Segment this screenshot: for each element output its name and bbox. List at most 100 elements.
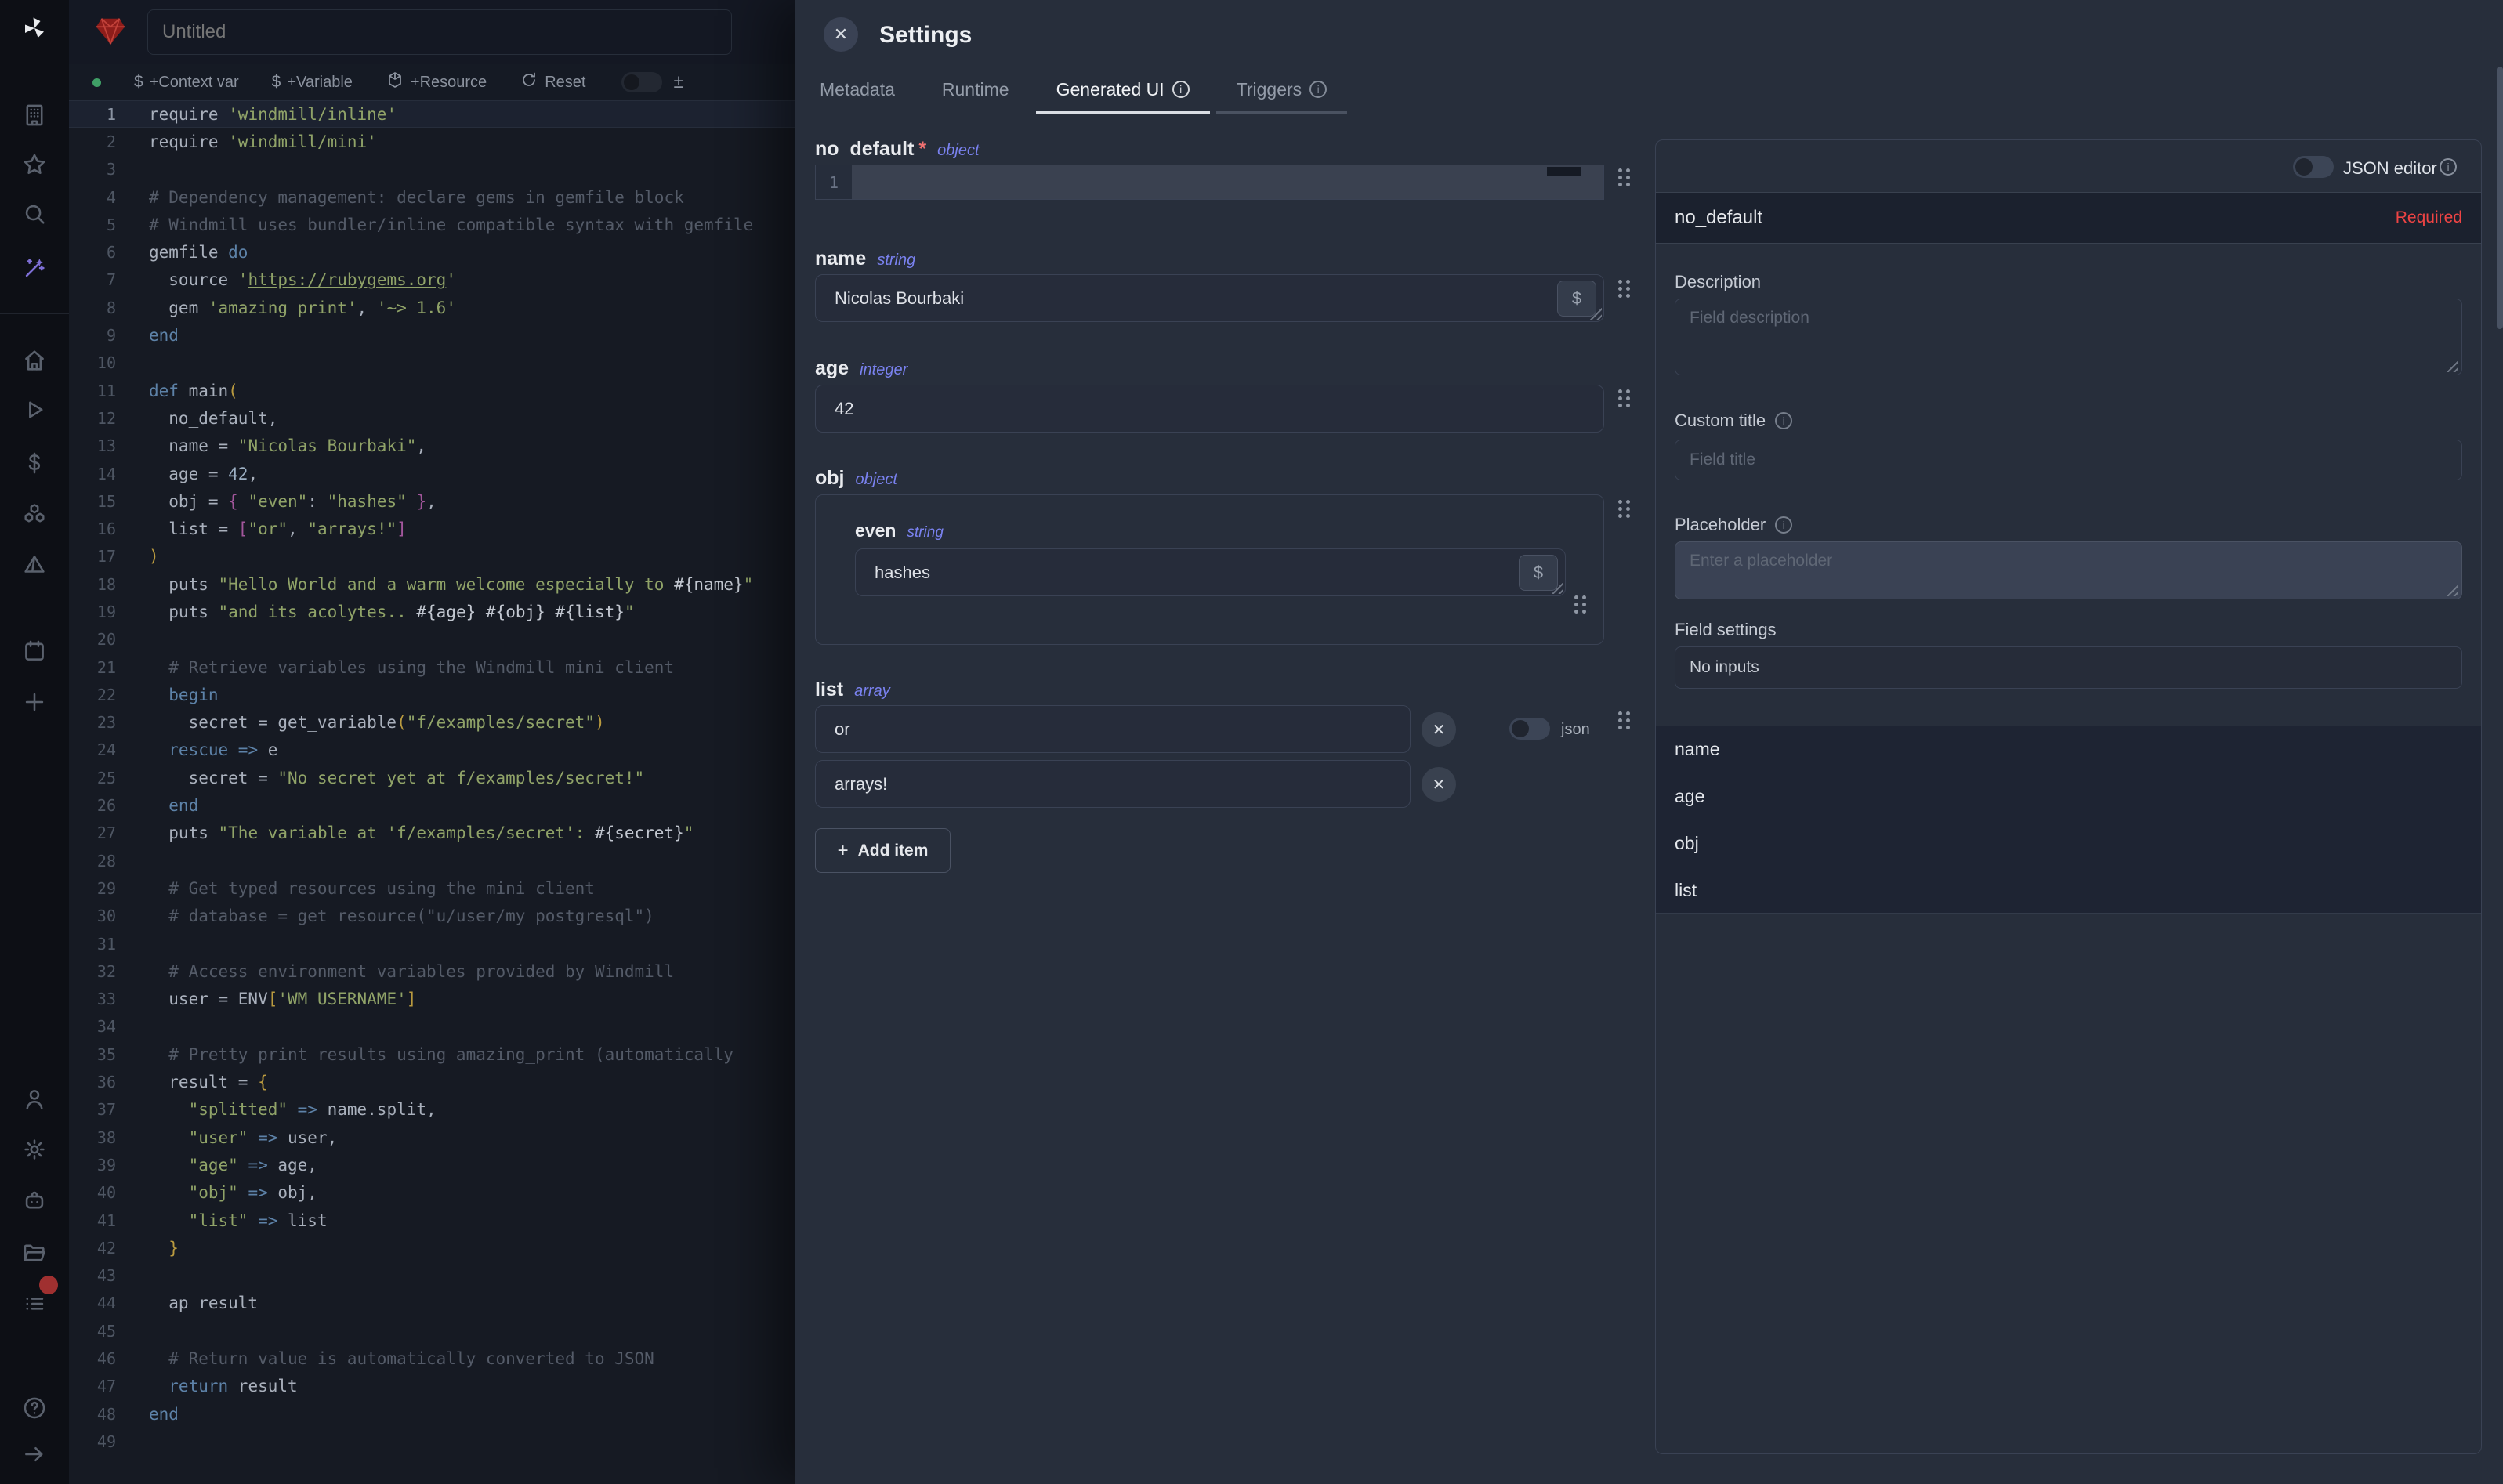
code-line-9[interactable]: 9end <box>69 321 795 349</box>
no-default-json-editor[interactable]: 1 <box>815 165 1604 200</box>
code-line-1[interactable]: 1require 'windmill/inline' <box>69 100 795 128</box>
code-line-21[interactable]: 21 # Retrieve variables using the Windmi… <box>69 653 795 681</box>
code-line-46[interactable]: 46 # Return value is automatically conve… <box>69 1345 795 1372</box>
logs-list-icon[interactable] <box>20 1290 49 1318</box>
code-line-13[interactable]: 13 name = "Nicolas Bourbaki", <box>69 433 795 460</box>
property-row-name[interactable]: name <box>1656 726 2481 773</box>
code-line-17[interactable]: 17) <box>69 543 795 570</box>
code-line-34[interactable]: 34 <box>69 1013 795 1041</box>
drag-handle[interactable] <box>1618 389 1631 408</box>
tab-runtime[interactable]: Runtime <box>922 67 1030 114</box>
list-item-input-0[interactable] <box>815 705 1411 753</box>
code-line-22[interactable]: 22 begin <box>69 681 795 708</box>
code-line-32[interactable]: 32 # Access environment variables provid… <box>69 957 795 985</box>
age-input[interactable] <box>815 385 1604 433</box>
code-line-3[interactable]: 3 <box>69 156 795 183</box>
code-line-6[interactable]: 6gemfile do <box>69 238 795 266</box>
dollar-var-button[interactable]: $ <box>1519 555 1558 591</box>
code-line-14[interactable]: 14 age = 42, <box>69 460 795 487</box>
description-textarea[interactable] <box>1675 299 2462 375</box>
close-icon[interactable]: ✕ <box>824 17 858 52</box>
remove-item-icon[interactable]: ✕ <box>1422 767 1456 802</box>
info-icon[interactable]: i <box>2440 158 2457 176</box>
code-line-42[interactable]: 42 } <box>69 1234 795 1261</box>
code-line-19[interactable]: 19 puts "and its acolytes.. #{age} #{obj… <box>69 598 795 625</box>
schedules-pyramid-icon[interactable] <box>20 551 49 579</box>
drag-handle[interactable] <box>1618 711 1631 730</box>
info-icon[interactable]: i <box>1775 412 1792 429</box>
code-line-5[interactable]: 5# Windmill uses bundler/inline compatib… <box>69 211 795 238</box>
code-line-24[interactable]: 24 rescue => e <box>69 737 795 764</box>
variables-dollar-icon[interactable] <box>20 449 49 477</box>
add-context-var-button[interactable]: $ +Context var <box>134 73 239 92</box>
apps-icon[interactable] <box>20 101 49 129</box>
code-line-33[interactable]: 33 user = ENV['WM_USERNAME'] <box>69 986 795 1013</box>
code-line-38[interactable]: 38 "user" => user, <box>69 1124 795 1151</box>
code-line-30[interactable]: 30 # database = get_resource("u/user/my_… <box>69 903 795 930</box>
drag-handle[interactable] <box>1618 280 1631 299</box>
property-row-list[interactable]: list <box>1656 867 2481 914</box>
code-line-37[interactable]: 37 "splitted" => name.split, <box>69 1096 795 1124</box>
code-line-25[interactable]: 25 secret = "No secret yet at f/examples… <box>69 764 795 791</box>
code-line-28[interactable]: 28 <box>69 847 795 874</box>
code-line-23[interactable]: 23 secret = get_variable("f/examples/sec… <box>69 709 795 737</box>
code-line-2[interactable]: 2require 'windmill/mini' <box>69 128 795 155</box>
drag-handle[interactable] <box>1618 168 1631 187</box>
code-line-41[interactable]: 41 "list" => list <box>69 1207 795 1234</box>
resources-cubes-icon[interactable] <box>20 500 49 528</box>
code-line-40[interactable]: 40 "obj" => obj, <box>69 1179 795 1207</box>
code-line-44[interactable]: 44 ap result <box>69 1290 795 1317</box>
code-line-36[interactable]: 36 result = { <box>69 1068 795 1095</box>
code-line-10[interactable]: 10 <box>69 349 795 377</box>
user-icon[interactable] <box>20 1085 49 1113</box>
code-line-12[interactable]: 12 no_default, <box>69 404 795 432</box>
code-line-27[interactable]: 27 puts "The variable at 'f/examples/sec… <box>69 820 795 847</box>
name-input[interactable] <box>815 274 1604 322</box>
info-icon[interactable]: i <box>1172 81 1190 98</box>
code-line-45[interactable]: 45 <box>69 1317 795 1345</box>
code-line-43[interactable]: 43 <box>69 1261 795 1289</box>
info-icon[interactable]: i <box>1775 516 1792 534</box>
home-icon[interactable] <box>20 346 49 375</box>
code-line-4[interactable]: 4# Dependency management: declare gems i… <box>69 183 795 211</box>
workers-robot-icon[interactable] <box>20 1186 49 1214</box>
code-editor[interactable]: 1require 'windmill/inline'2require 'wind… <box>69 100 795 1484</box>
code-line-18[interactable]: 18 puts "Hello World and a warm welcome … <box>69 570 795 598</box>
tab-triggers[interactable]: Triggers i <box>1216 67 1348 114</box>
runs-play-icon[interactable] <box>20 396 49 424</box>
tab-metadata[interactable]: Metadata <box>799 67 915 114</box>
tab-generated-ui[interactable]: Generated UI i <box>1036 67 1210 114</box>
json-toggle[interactable] <box>1509 718 1550 740</box>
list-item-input-1[interactable] <box>815 760 1411 808</box>
code-line-8[interactable]: 8 gem 'amazing_print', '~> 1.6' <box>69 294 795 321</box>
code-line-49[interactable]: 49 <box>69 1428 795 1455</box>
windmill-logo-icon[interactable] <box>20 14 49 42</box>
json-editor-toggle[interactable] <box>2293 156 2334 178</box>
diff-toggle[interactable] <box>621 72 662 92</box>
custom-title-input[interactable] <box>1675 440 2462 480</box>
selected-field-row[interactable]: no_default Required <box>1656 192 2481 244</box>
code-line-16[interactable]: 16 list = ["or", "arrays!"] <box>69 515 795 542</box>
add-resource-button[interactable]: +Resource <box>386 71 487 94</box>
folders-icon[interactable] <box>20 1239 49 1267</box>
code-line-35[interactable]: 35 # Pretty print results using amazing_… <box>69 1041 795 1068</box>
code-line-47[interactable]: 47 return result <box>69 1373 795 1400</box>
help-icon[interactable] <box>20 1394 49 1422</box>
property-row-age[interactable]: age <box>1656 773 2481 820</box>
add-variable-button[interactable]: $ +Variable <box>272 73 353 92</box>
favorites-star-icon[interactable] <box>20 150 49 179</box>
code-line-7[interactable]: 7 source 'https://rubygems.org' <box>69 266 795 294</box>
ai-wand-icon[interactable] <box>20 254 49 282</box>
reset-button[interactable]: Reset <box>520 71 585 94</box>
code-line-31[interactable]: 31 <box>69 930 795 957</box>
drag-handle[interactable] <box>1618 500 1631 519</box>
modal-scrollbar[interactable] <box>2497 67 2503 329</box>
settings-gear-icon[interactable] <box>20 1135 49 1164</box>
info-icon[interactable]: i <box>1309 81 1327 98</box>
dollar-var-button[interactable]: $ <box>1557 281 1596 317</box>
code-line-39[interactable]: 39 "age" => age, <box>69 1151 795 1178</box>
remove-item-icon[interactable]: ✕ <box>1422 712 1456 747</box>
code-line-26[interactable]: 26 end <box>69 791 795 819</box>
add-plus-icon[interactable] <box>20 688 49 716</box>
property-row-obj[interactable]: obj <box>1656 820 2481 867</box>
